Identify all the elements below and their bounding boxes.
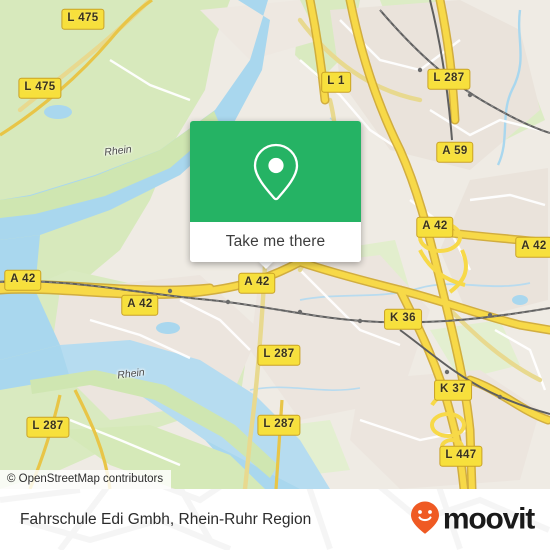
moovit-map-screenshot: L 475 L 475 L 1 L 287 A 59 A 42 A 42 A 42 A 42 A … — [0, 0, 550, 550]
osm-attribution[interactable]: © OpenStreetMap contributors — [0, 470, 172, 489]
road-shield: L 447 — [439, 445, 483, 467]
moovit-wordmark: moovit — [442, 502, 535, 536]
moovit-logo[interactable]: moovit — [410, 500, 535, 539]
take-me-there-label[interactable]: Take me there — [226, 233, 326, 251]
moovit-smiley-pin-icon — [410, 500, 440, 539]
road-shield: L 287 — [257, 414, 301, 436]
popup-header — [190, 121, 361, 222]
road-shield: L 287 — [26, 416, 70, 438]
road-shield: L 475 — [18, 77, 62, 99]
road-shield: A 42 — [121, 294, 159, 316]
map-pin-icon — [248, 141, 304, 203]
map-canvas[interactable]: L 475 L 475 L 1 L 287 A 59 A 42 A 42 A 42 A 42 A … — [0, 0, 550, 489]
road-shield: L 1 — [321, 71, 351, 93]
road-shield: A 59 — [436, 141, 474, 163]
popup-footer[interactable]: Take me there — [190, 222, 361, 262]
place-title: Fahrschule Edi Gmbh, Rhein-Ruhr Region — [20, 510, 312, 528]
road-shield: K 37 — [434, 379, 472, 401]
road-shield: L 287 — [257, 344, 301, 366]
popup-pointer-tail — [258, 261, 274, 269]
road-shield: A 42 — [416, 216, 454, 238]
road-shield: A 42 — [515, 236, 550, 258]
location-popup-card[interactable]: Take me there — [190, 121, 361, 262]
road-shield: L 475 — [61, 8, 105, 30]
road-shield: A 42 — [4, 269, 42, 291]
road-shield: L 287 — [427, 68, 471, 90]
footer-bar: Fahrschule Edi Gmbh, Rhein-Ruhr Region m… — [0, 489, 550, 550]
road-shield: K 36 — [384, 308, 422, 330]
road-shield: A 42 — [238, 272, 276, 294]
